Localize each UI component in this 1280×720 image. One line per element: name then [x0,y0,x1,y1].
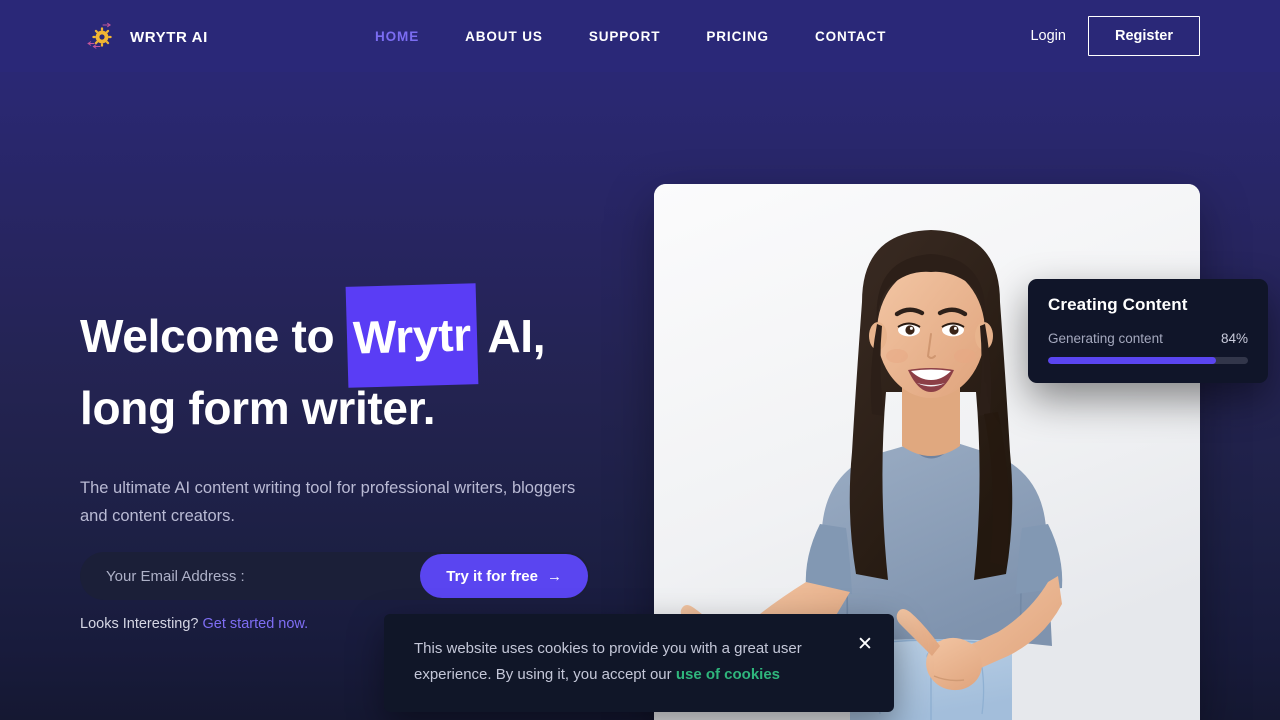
try-it-for-free-button[interactable]: Try it for free → [420,554,588,598]
page-title: Welcome to Wrytr AI, long form writer. [80,300,620,444]
login-link[interactable]: Login [1030,28,1065,44]
headline-highlight: Wrytr [346,298,478,374]
gear-sun-icon [84,19,120,55]
close-icon[interactable]: ✕ [852,631,878,657]
register-button[interactable]: Register [1087,16,1200,56]
main-nav: HOME ABOUT US SUPPORT PRICING CONTACT [352,0,909,72]
site-header: WRYTR AI HOME ABOUT US SUPPORT PRICING C… [0,0,1280,72]
nav-item-about-us[interactable]: ABOUT US [442,29,566,44]
cookie-message: This website uses cookies to provide you… [414,636,834,688]
progress-bar-fill [1048,357,1216,364]
headline-text-after: AI, [476,310,546,362]
progress-percent: 84% [1220,331,1248,346]
email-field[interactable] [80,567,421,585]
brand-logo[interactable]: WRYTR AI [84,20,208,54]
progress-bar [1048,357,1248,364]
progress-label: Generating content [1048,331,1163,346]
landing-page: WRYTR AI HOME ABOUT US SUPPORT PRICING C… [0,0,1280,720]
nav-item-pricing[interactable]: PRICING [683,29,792,44]
get-started-prompt: Looks Interesting? Get started now. [80,616,308,632]
hero-subtitle: The ultimate AI content writing tool for… [80,479,576,525]
try-it-for-free-label: Try it for free [446,567,538,585]
get-started-prefix: Looks Interesting? [80,616,203,632]
email-capture-form: Try it for free → [80,552,590,600]
use-of-cookies-link[interactable]: use of cookies [676,666,780,683]
get-started-link[interactable]: Get started now. [203,616,309,632]
brand-name: WRYTR AI [130,28,208,46]
auth-actions: Login Register [1030,0,1200,72]
cookie-banner: This website uses cookies to provide you… [384,614,894,712]
nav-item-home[interactable]: HOME [352,29,442,44]
nav-item-support[interactable]: SUPPORT [566,29,684,44]
progress-row: Generating content 84% [1048,331,1248,346]
headline-text-before: Welcome to [80,310,347,362]
card-title: Creating Content [1048,295,1188,314]
headline-line-1: Welcome to Wrytr AI, [80,300,620,372]
arrow-right-icon: → [547,567,562,585]
hero-copy: Welcome to Wrytr AI, long form writer. T… [80,300,620,530]
creating-content-card: Creating Content Generating content 84% [1028,279,1268,383]
nav-item-contact[interactable]: CONTACT [792,29,909,44]
